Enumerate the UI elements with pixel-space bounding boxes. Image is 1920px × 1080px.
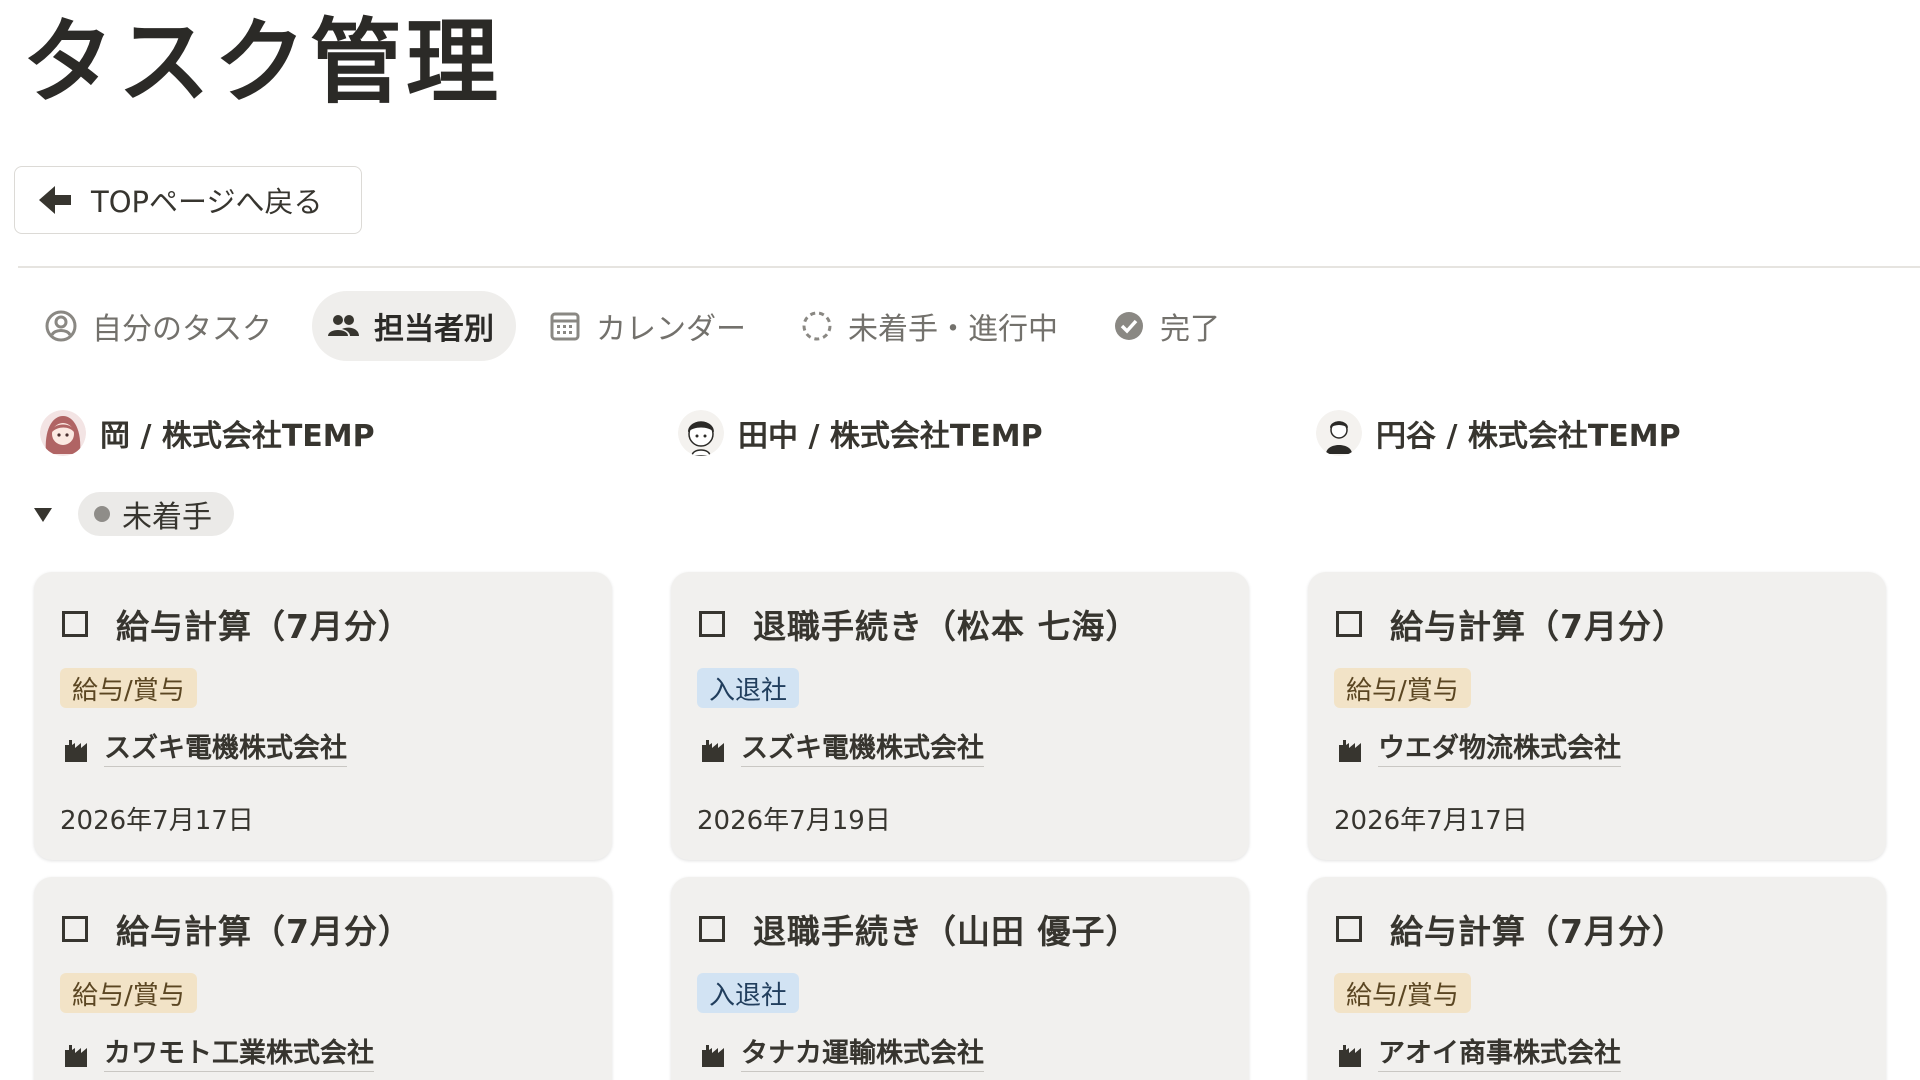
task-card[interactable]: 給与計算（7月分） 給与/賞与 アオイ商事株式会社 [1308,877,1886,1080]
assignee-header-tanaka: 田中 / 株式会社TEMP [678,408,1043,458]
factory-icon [1339,1044,1361,1067]
task-title: 退職手続き（山田 優子） [753,912,1140,951]
avatar [40,410,86,456]
company-row: カワモト工業株式会社 [64,1037,374,1072]
status-dot [94,506,110,522]
tab-label: 自分のタスク [92,312,272,347]
status-badge: 未着手 [78,492,234,536]
task-card[interactable]: 退職手続き（山田 優子） 入退社 タナカ運輸株式会社 [671,877,1249,1080]
task-card[interactable]: 給与計算（7月分） 給与/賞与 スズキ電機株式会社 2026年7月17日 [34,572,612,860]
company-link[interactable]: タナカ運輸株式会社 [741,1037,984,1072]
avatar-tanaka [678,410,724,456]
tab-label: 完了 [1160,312,1220,347]
assignee-header-tsuburaya: 円谷 / 株式会社TEMP [1316,408,1681,458]
tab-calendar[interactable]: カレンダー [534,291,768,361]
assignee-header-oka: 岡 / 株式会社TEMP [40,408,375,458]
avatar [1316,410,1362,456]
task-checkbox[interactable] [62,916,88,942]
tab-done[interactable]: 完了 [1098,291,1242,361]
task-management-page: タスク管理 TOPページへ戻る 自分のタスク 担当者別 カレンダー 未着手・進行… [0,0,1920,1080]
factory-icon [65,1044,87,1067]
group-toggle[interactable] [30,501,56,527]
people-icon [328,315,359,336]
task-title: 給与計算（7月分） [1390,912,1686,951]
category-tag: 入退社 [697,973,800,1013]
company-link[interactable]: スズキ電機株式会社 [104,732,347,767]
status-label: 未着手 [122,500,212,535]
factory-icon [702,739,724,762]
company-link[interactable]: スズキ電機株式会社 [741,732,984,767]
calendar-icon [550,312,580,341]
back-to-top-button[interactable]: TOPページへ戻る [14,166,362,234]
category-tag: 給与/賞与 [60,973,197,1013]
company-link[interactable]: カワモト工業株式会社 [104,1037,374,1072]
user-circle-icon [45,310,77,342]
triangle-down-icon [34,508,52,522]
card-title-row: 給与計算（7月分） [62,600,412,648]
task-checkbox[interactable] [699,611,725,637]
company-row: スズキ電機株式会社 [701,732,984,767]
company-link[interactable]: ウエダ物流株式会社 [1378,732,1621,767]
task-title: 給与計算（7月分） [1390,607,1686,646]
task-checkbox[interactable] [1336,611,1362,637]
category-tag: 給与/賞与 [1334,973,1471,1013]
company-row: タナカ運輸株式会社 [701,1037,984,1072]
tab-by-assignee[interactable]: 担当者別 [312,291,516,361]
category-tag: 給与/賞与 [1334,668,1471,708]
card-title-row: 給与計算（7月分） [62,905,412,953]
tab-label: 担当者別 [374,312,494,347]
card-title-row: 給与計算（7月分） [1336,905,1686,953]
avatar [678,410,724,456]
task-card[interactable]: 給与計算（7月分） 給与/賞与 カワモト工業株式会社 [34,877,612,1080]
tab-label: 未着手・進行中 [848,312,1058,347]
assignee-name: 田中 / 株式会社TEMP [738,419,1043,454]
dashed-circle-icon [802,311,832,341]
card-title-row: 給与計算（7月分） [1336,600,1686,648]
category-tag: 給与/賞与 [60,668,197,708]
due-date: 2026年7月19日 [697,806,891,836]
company-row: スズキ電機株式会社 [64,732,347,767]
company-row: アオイ商事株式会社 [1338,1037,1621,1072]
task-card[interactable]: 退職手続き（松本 七海） 入退社 スズキ電機株式会社 2026年7月19日 [671,572,1249,860]
view-tabs: 自分のタスク 担当者別 カレンダー 未着手・進行中 完了 [30,290,1260,362]
assignee-name: 岡 / 株式会社TEMP [100,419,375,454]
due-date: 2026年7月17日 [60,806,254,836]
card-title-row: 退職手続き（山田 優子） [699,905,1140,953]
assignee-name: 円谷 / 株式会社TEMP [1376,419,1681,454]
back-button-label: TOPページへ戻る [91,185,323,219]
status-group-row: 未着手 [30,492,234,536]
avatar-tsuburaya [1316,410,1362,456]
task-title: 給与計算（7月分） [116,607,412,646]
company-link[interactable]: アオイ商事株式会社 [1378,1037,1621,1072]
task-card[interactable]: 給与計算（7月分） 給与/賞与 ウエダ物流株式会社 2026年7月17日 [1308,572,1886,860]
task-title: 給与計算（7月分） [116,912,412,951]
avatar-oka [40,410,86,456]
factory-icon [702,1044,724,1067]
tab-my-tasks[interactable]: 自分のタスク [30,291,294,361]
tab-label: カレンダー [596,312,746,347]
factory-icon [65,739,87,762]
card-title-row: 退職手続き（松本 七海） [699,600,1140,648]
divider [18,266,1920,268]
check-circle-icon [1115,312,1143,340]
factory-icon [1339,739,1361,762]
arrow-left-icon [39,186,71,214]
tab-in-progress[interactable]: 未着手・進行中 [786,291,1080,361]
category-tag: 入退社 [697,668,800,708]
task-checkbox[interactable] [1336,916,1362,942]
task-checkbox[interactable] [62,611,88,637]
company-row: ウエダ物流株式会社 [1338,732,1621,767]
page-title: タスク管理 [22,9,503,116]
due-date: 2026年7月17日 [1334,806,1528,836]
task-checkbox[interactable] [699,916,725,942]
task-title: 退職手続き（松本 七海） [753,607,1140,646]
